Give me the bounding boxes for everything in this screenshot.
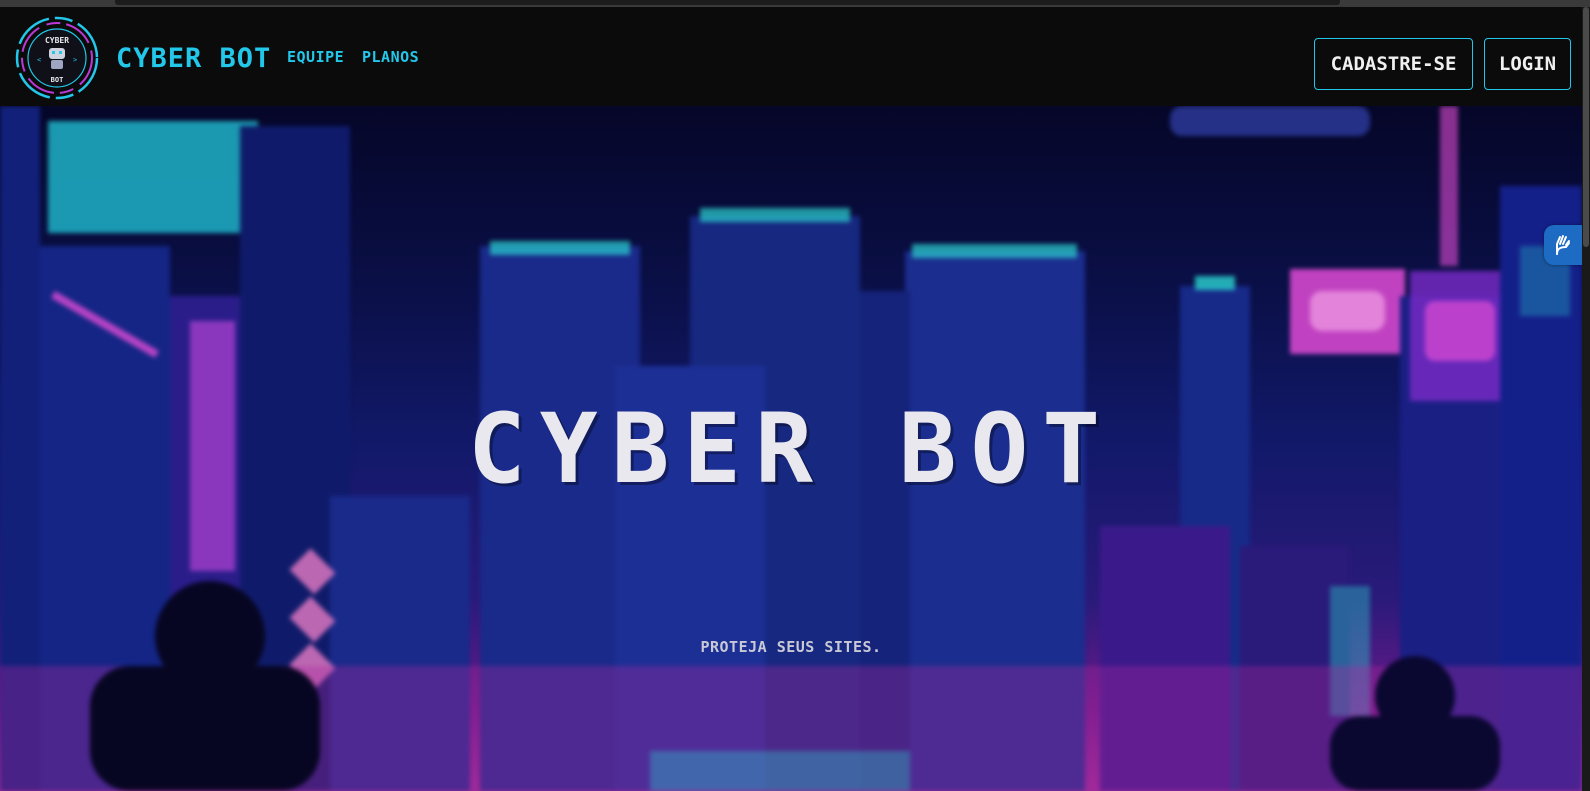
svg-text:<: < xyxy=(37,56,41,64)
hero-section: CYBER BOT PROTEJA SEUS SITES. xyxy=(0,106,1582,791)
svg-text:>: > xyxy=(73,56,77,64)
nav-link-planos[interactable]: PLANOS xyxy=(362,48,419,66)
hand-sign-language-icon xyxy=(1556,235,1570,255)
hero-title: CYBER BOT xyxy=(467,393,1115,505)
accessibility-widget-button[interactable] xyxy=(1544,225,1582,265)
nav-link-equipe[interactable]: EQUIPE xyxy=(287,48,344,66)
cyber-bot-logo[interactable]: CYBER < > BOT xyxy=(15,16,99,100)
browser-tab[interactable] xyxy=(115,0,1340,5)
top-navbar: CYBER < > BOT CYBER BOT EQUIPE PLANOS CA… xyxy=(0,7,1590,106)
login-button[interactable]: LOGIN xyxy=(1484,38,1571,90)
svg-text:BOT: BOT xyxy=(51,76,64,84)
hero-subtitle: PROTEJA SEUS SITES. xyxy=(700,638,882,656)
page-scrollbar[interactable] xyxy=(1582,7,1590,791)
scrollbar-thumb[interactable] xyxy=(1583,7,1589,247)
signup-button[interactable]: CADASTRE-SE xyxy=(1314,38,1473,90)
browser-tab-strip xyxy=(0,0,1590,7)
svg-text:CYBER: CYBER xyxy=(45,36,69,45)
brand-name[interactable]: CYBER BOT xyxy=(116,43,271,74)
